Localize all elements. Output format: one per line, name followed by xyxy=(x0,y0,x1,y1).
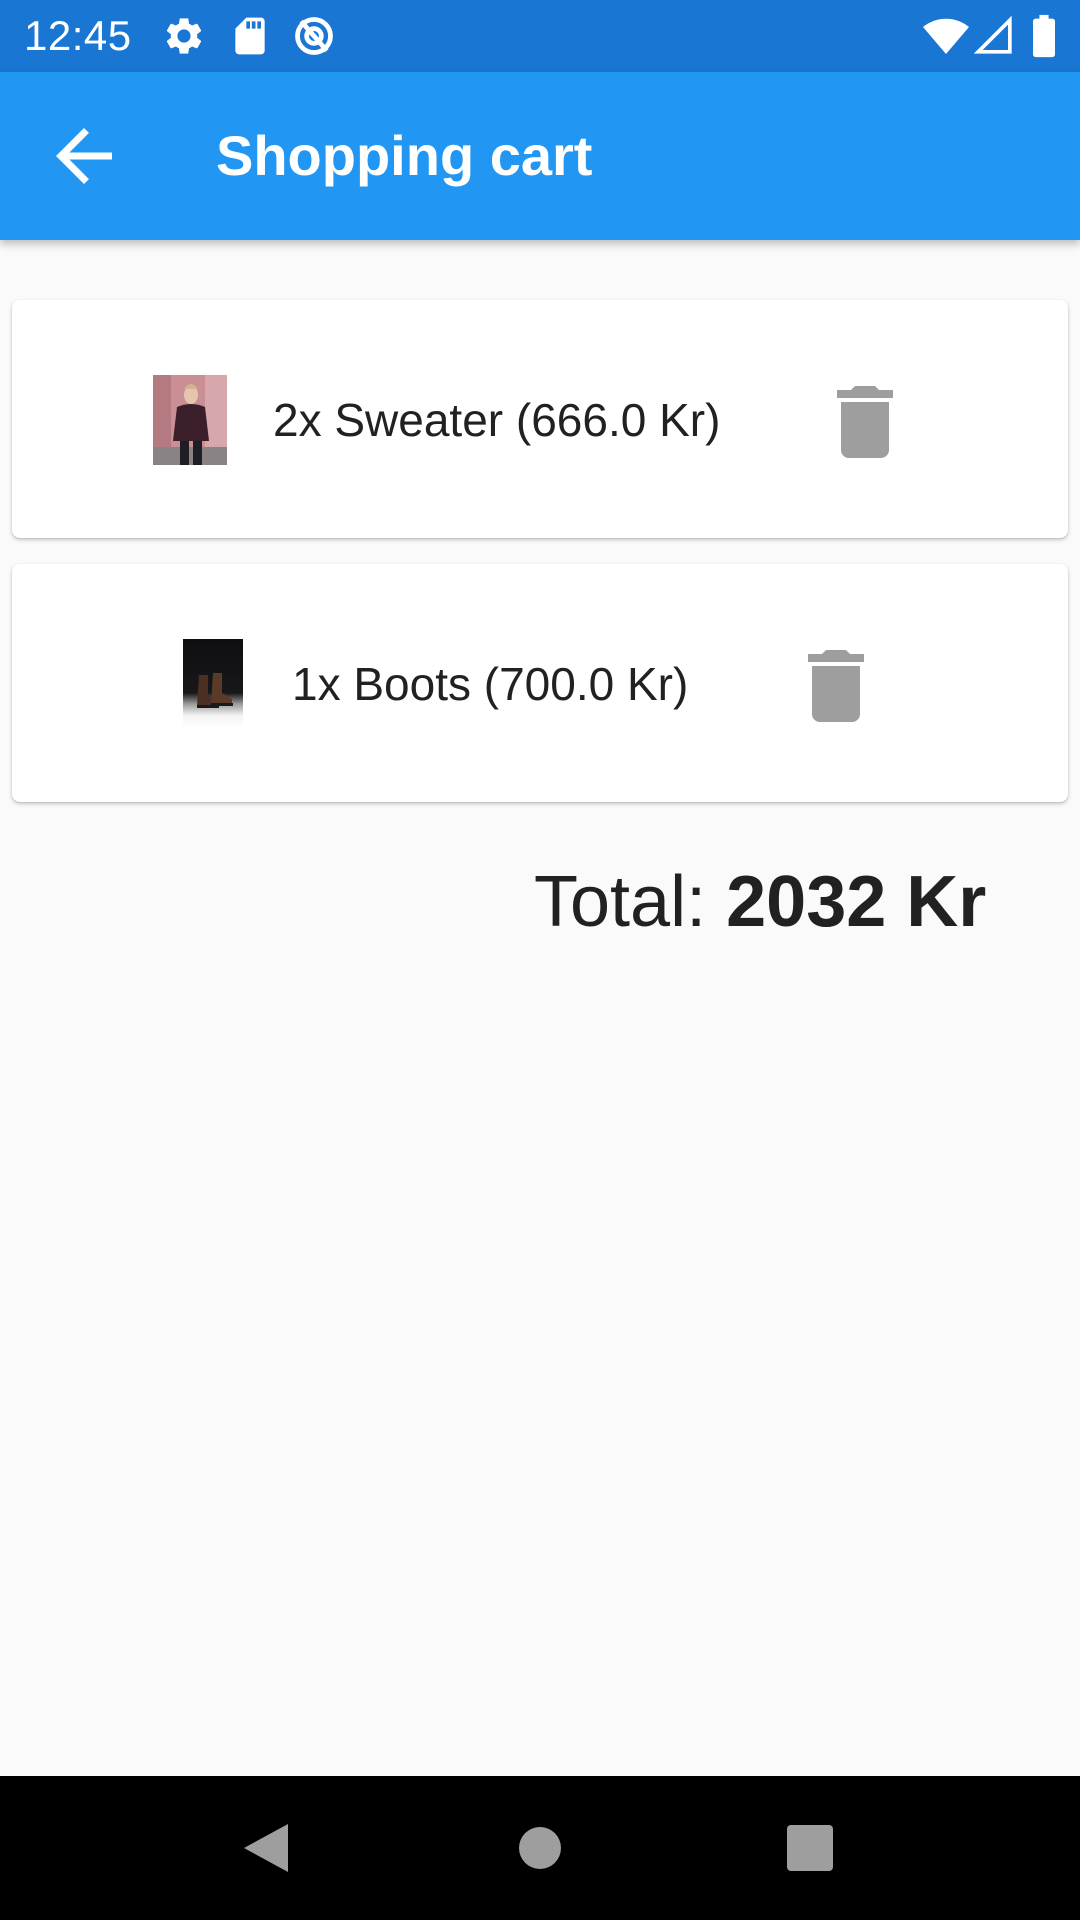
cart-item-label: 2x Sweater (666.0 Kr) xyxy=(273,394,721,446)
nav-home-button[interactable] xyxy=(518,1826,562,1870)
arrow-back-icon xyxy=(56,128,112,184)
sd-card-icon xyxy=(228,14,272,58)
app-bar: Shopping cart xyxy=(0,72,1080,240)
nav-recents-button[interactable] xyxy=(786,1824,834,1872)
back-button[interactable] xyxy=(42,114,126,198)
battery-icon xyxy=(1028,14,1060,58)
status-bar: 12:45 xyxy=(0,0,1080,72)
cart-total: Total: 2032 Kr xyxy=(534,860,986,944)
nav-back-button[interactable] xyxy=(240,1822,290,1874)
status-time: 12:45 xyxy=(24,12,132,59)
total-label: Total: xyxy=(534,862,707,942)
trash-icon xyxy=(808,650,864,722)
cell-signal-icon xyxy=(974,14,1014,58)
sweater-thumbnail xyxy=(153,375,227,465)
home-circle-icon xyxy=(519,1827,561,1869)
wifi-icon xyxy=(922,12,970,60)
sync-disabled-icon xyxy=(292,14,336,58)
page-title: Shopping cart xyxy=(216,124,593,187)
gear-icon xyxy=(162,14,206,58)
trash-icon xyxy=(837,386,893,458)
delete-item-button[interactable] xyxy=(832,386,898,458)
recents-square-icon xyxy=(787,1825,833,1871)
back-triangle-icon xyxy=(244,1824,288,1872)
cart-item: 2x Sweater (666.0 Kr) xyxy=(12,300,1068,538)
system-nav-bar xyxy=(0,1776,1080,1920)
delete-item-button[interactable] xyxy=(803,650,869,722)
total-amount: 2032 Kr xyxy=(726,862,987,942)
boots-thumbnail xyxy=(183,639,243,729)
cart-item-label: 1x Boots (700.0 Kr) xyxy=(292,658,689,710)
cart-item: 1x Boots (700.0 Kr) xyxy=(12,564,1068,802)
